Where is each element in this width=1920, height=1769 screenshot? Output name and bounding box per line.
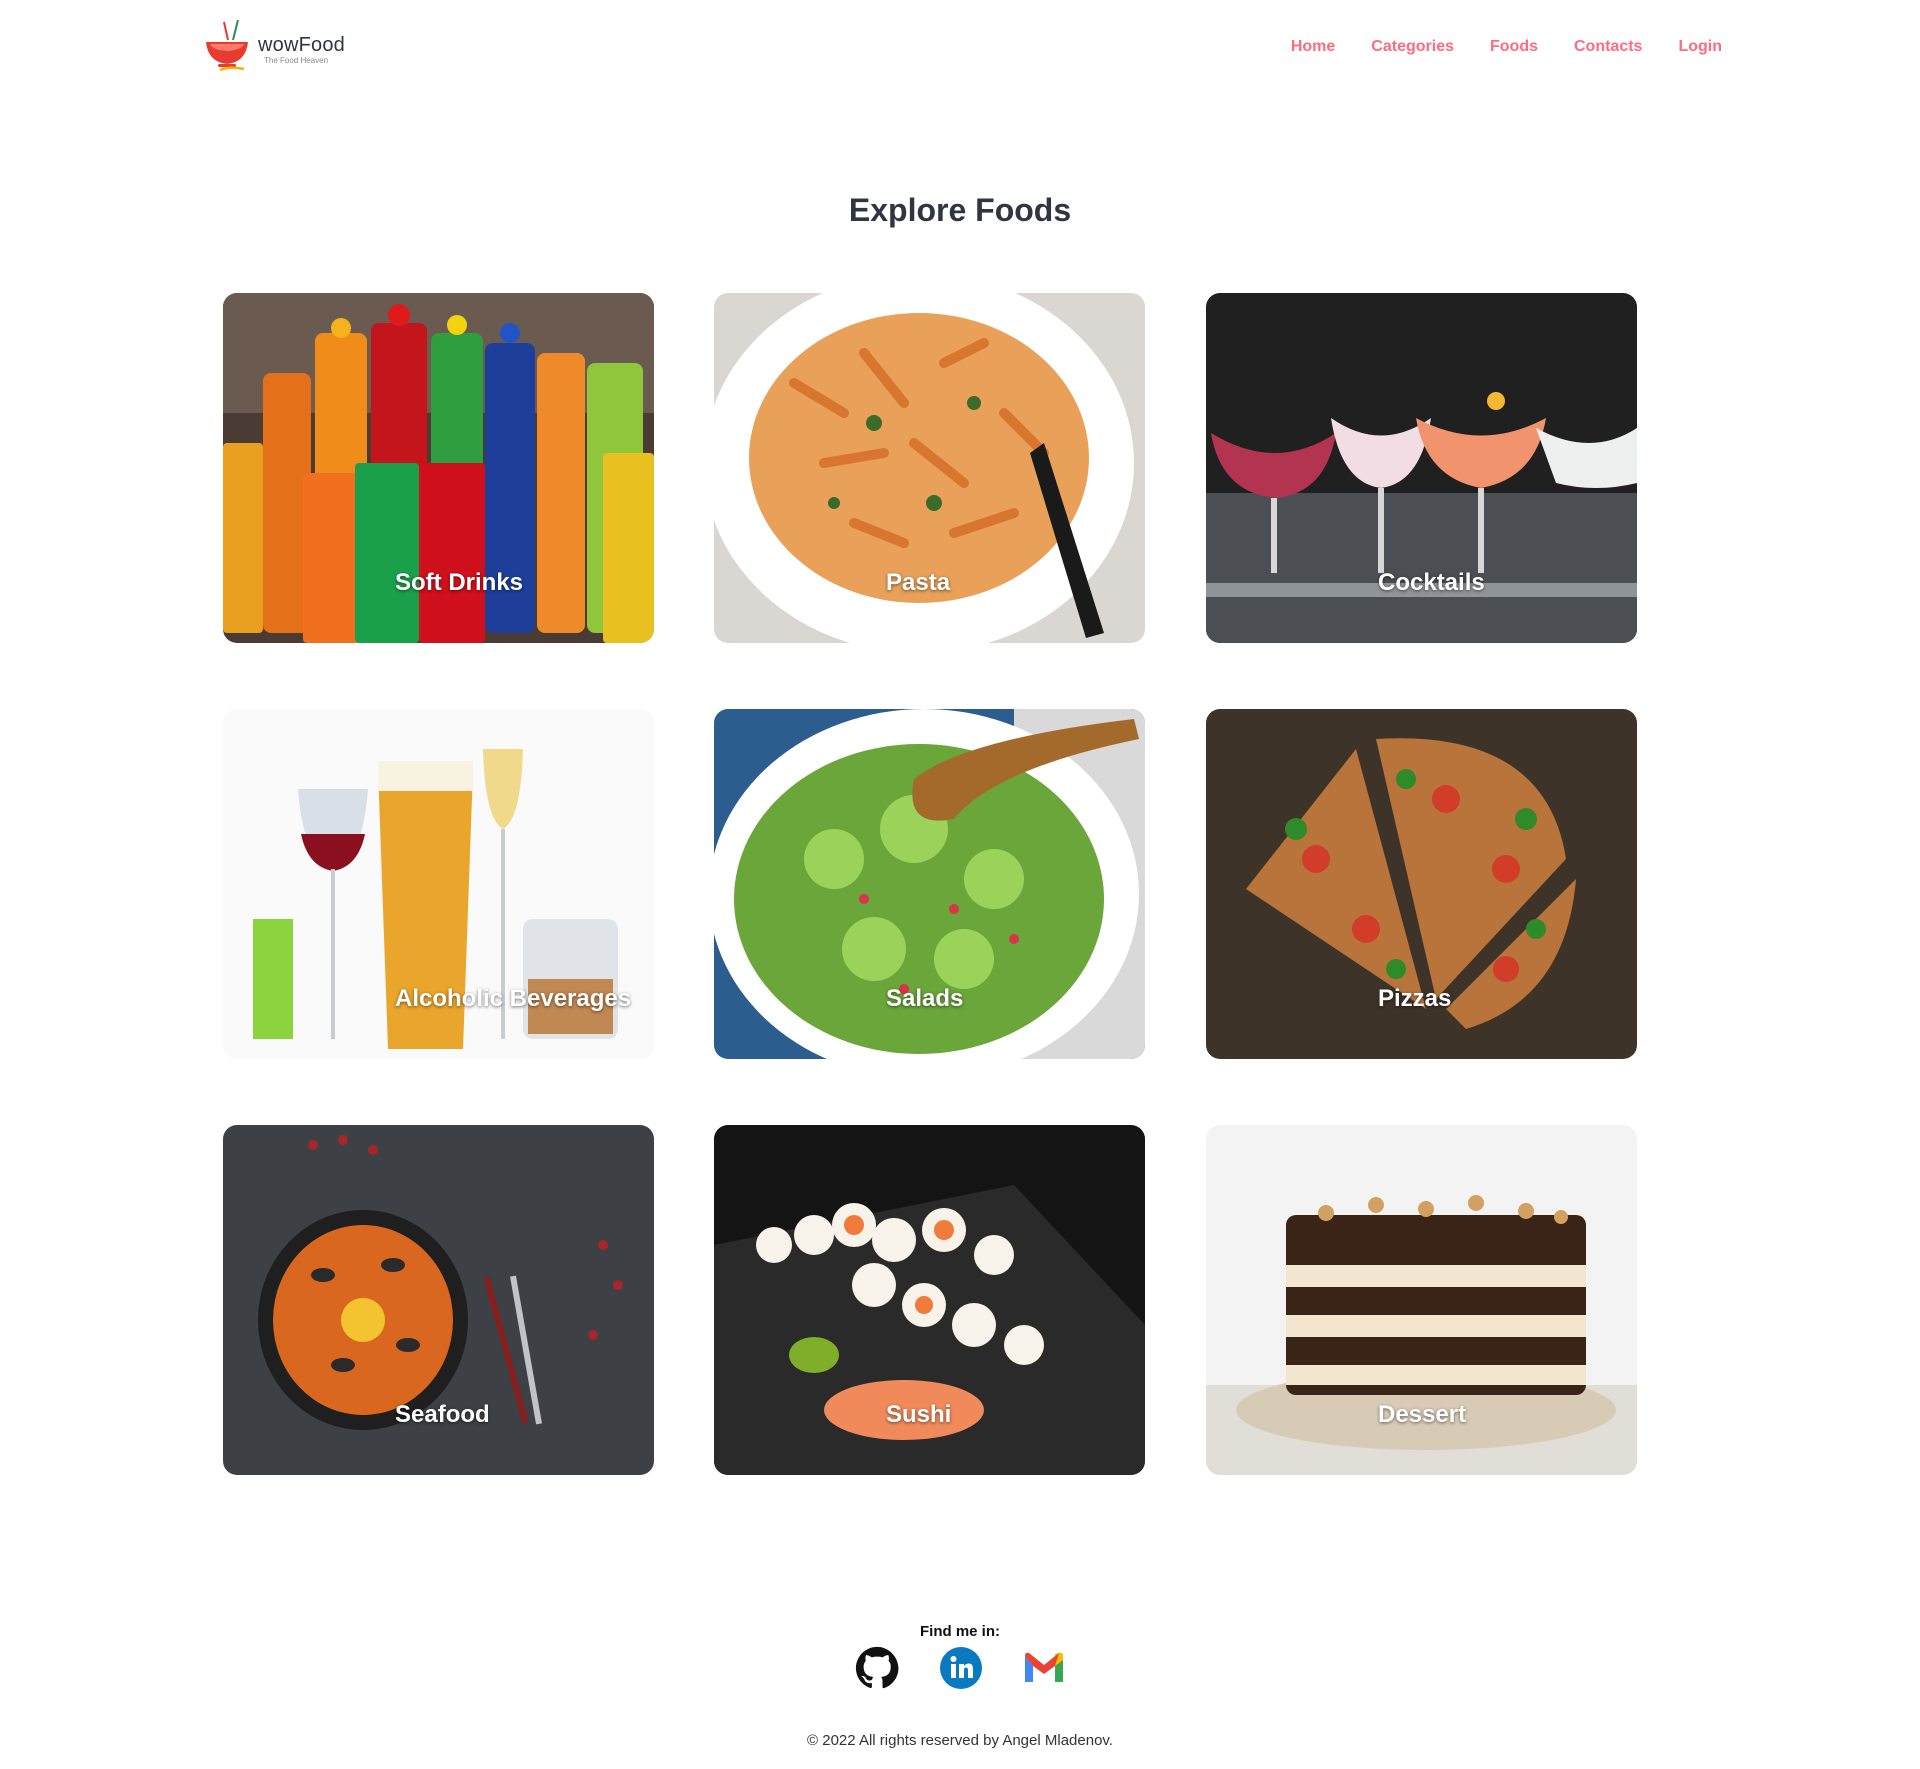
brand-tagline: The Food Heaven <box>264 56 329 65</box>
category-label: Dessert <box>1378 1401 1467 1428</box>
brand-logo[interactable]: wowFood The Food Heaven <box>200 18 360 74</box>
footer: Find me in: © 2022 All rights reserved b… <box>0 1615 1920 1769</box>
linkedin-icon <box>940 1647 982 1689</box>
page: wowFood The Food Heaven Home Categories … <box>0 0 1920 1769</box>
category-card-salads[interactable]: Salads <box>714 709 1145 1059</box>
category-card-dessert[interactable]: Dessert <box>1206 1125 1637 1475</box>
nav-categories[interactable]: Categories <box>1371 38 1454 56</box>
food-bowl-logo-icon <box>206 19 248 72</box>
social-links <box>855 1646 1067 1692</box>
category-label: Pasta <box>886 569 951 596</box>
category-label: Sushi <box>886 1401 952 1428</box>
category-card-seafood[interactable]: Seafood <box>223 1125 654 1475</box>
category-card-sushi[interactable]: Sushi <box>714 1125 1145 1475</box>
category-card-alcoholic-beverages[interactable]: Alcoholic Beverages <box>223 709 654 1059</box>
category-label: Pizzas <box>1378 985 1452 1012</box>
page-title: Explore Foods <box>848 192 1072 228</box>
nav-home[interactable]: Home <box>1291 38 1335 56</box>
brand-name: wowFood <box>258 34 345 56</box>
category-card-soft-drinks[interactable]: Soft Drinks <box>223 293 654 643</box>
category-label: Salads <box>886 985 964 1012</box>
category-label: Seafood <box>395 1401 490 1428</box>
nav-contacts[interactable]: Contacts <box>1574 38 1642 56</box>
gmail-link[interactable] <box>1021 1646 1065 1690</box>
category-card-cocktails[interactable]: Cocktails <box>1206 293 1637 643</box>
copyright-text: © 2022 All rights reserved by Angel Mlad… <box>807 1732 1113 1749</box>
category-label: Alcoholic Beverages <box>395 985 632 1012</box>
category-grid: Soft Drinks Pasta Cocktails Alcoholic Be… <box>223 293 1637 1475</box>
gmail-icon <box>1025 1652 1063 1682</box>
navbar: wowFood The Food Heaven Home Categories … <box>0 0 1920 100</box>
category-card-pizzas[interactable]: Pizzas <box>1206 709 1637 1059</box>
find-me-label: Find me in: <box>920 1623 1000 1640</box>
main-menu: Home Categories Foods Contacts Login <box>1255 38 1722 56</box>
category-card-pasta[interactable]: Pasta <box>714 293 1145 643</box>
category-label: Cocktails <box>1378 569 1485 596</box>
nav-login[interactable]: Login <box>1678 38 1722 56</box>
linkedin-link[interactable] <box>939 1646 983 1690</box>
category-label: Soft Drinks <box>395 569 524 596</box>
github-link[interactable] <box>855 1646 899 1690</box>
github-icon <box>855 1646 899 1689</box>
nav-foods[interactable]: Foods <box>1490 38 1538 56</box>
